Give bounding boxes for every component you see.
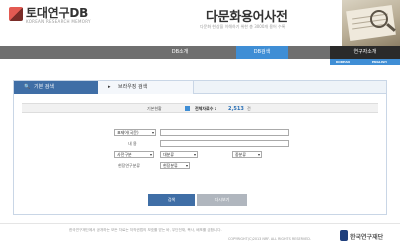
mid-category-value: 중분류 [235,152,247,157]
footer-copyright: COPYRIGHT(C)2013 NRF. ALL RIGHTS RESERVE… [228,237,311,241]
term-input[interactable] [160,129,289,136]
term-type-select[interactable]: 표제어(국문) [114,129,156,136]
nav-researcher-intro[interactable]: 연구자소개 [330,46,400,59]
mid-category-select[interactable]: 중분류 [232,151,262,158]
summary-bar: 기본현황 전체자료수 : 2,513 건 [22,103,378,113]
search-button[interactable]: 검색 [148,194,195,206]
summary-total-label: 전체자료수 : [195,106,217,111]
nrf-org-name[interactable]: 한국연구재단 [350,232,383,241]
lang-korean[interactable]: KOREAN [336,59,350,65]
lang-english[interactable]: ENGLISH [372,59,387,65]
nrf-logo-icon[interactable] [340,230,348,241]
logo-subtitle: KOREAN RESEARCH MEMORY [26,19,91,24]
search-tabs: 🔍 기본 검색 ▸ 브라우징 검색 [14,81,386,94]
main-nav: DB소개 DB검색 연구자소개 [0,46,400,59]
large-category-value: 대분류 [163,152,175,157]
summary-count: 2,513 [228,106,244,112]
summary-marker-icon [185,106,190,111]
search-panel: 🔍 기본 검색 ▸ 브라우징 검색 기본현황 전체자료수 : 2,513 건 표… [13,80,387,215]
field-research-label: 현장연구분류 [118,163,141,168]
dictionary-type-select[interactable]: 사전구분 [114,151,154,158]
summary-unit: 건 [247,106,251,111]
content-input[interactable] [160,140,289,147]
tab-basic-search[interactable]: 🔍 기본 검색 [14,81,98,94]
content-label: 내 용 [128,141,137,146]
site-description: 다문화 현상을 이해하기 위한 총 3000개 용어 수록 [200,24,286,29]
book-magnifier-image [342,0,400,46]
field-category-select[interactable]: 현장분류 [160,162,190,169]
browse-icon: ▸ [108,84,111,90]
nav-db-search[interactable]: DB검색 [236,46,288,59]
reset-button[interactable]: 다시보기 [197,194,247,206]
term-type-value: 표제어(국문) [117,130,139,135]
nav-db-intro[interactable]: DB소개 [152,46,208,59]
summary-label: 기본현황 [147,106,162,111]
language-bar: KOREAN ENGLISH [330,59,400,65]
site-title: 다문화용어사전 [206,10,288,25]
tab-basic-label: 기본 검색 [34,84,54,90]
large-category-select[interactable]: 대분류 [160,151,198,158]
logo-icon[interactable] [9,7,23,21]
dictionary-type-value: 사전구분 [117,152,132,157]
tab-browse-search[interactable]: ▸ 브라우징 검색 [98,81,194,94]
footer-notice: 한국연구재단에서 공개하는 모든 자료는 저작권법의 보호를 받는 바, 무단전… [69,228,222,232]
site-footer: 한국연구재단에서 공개하는 모든 자료는 저작권법의 보호를 받는 바, 무단전… [0,223,400,247]
tab-browse-label: 브라우징 검색 [118,84,148,90]
field-category-value: 현장분류 [163,163,178,168]
site-header: 토대연구DB KOREAN RESEARCH MEMORY 다문화용어사전 다문… [0,0,400,46]
search-icon: 🔍 [24,84,31,90]
